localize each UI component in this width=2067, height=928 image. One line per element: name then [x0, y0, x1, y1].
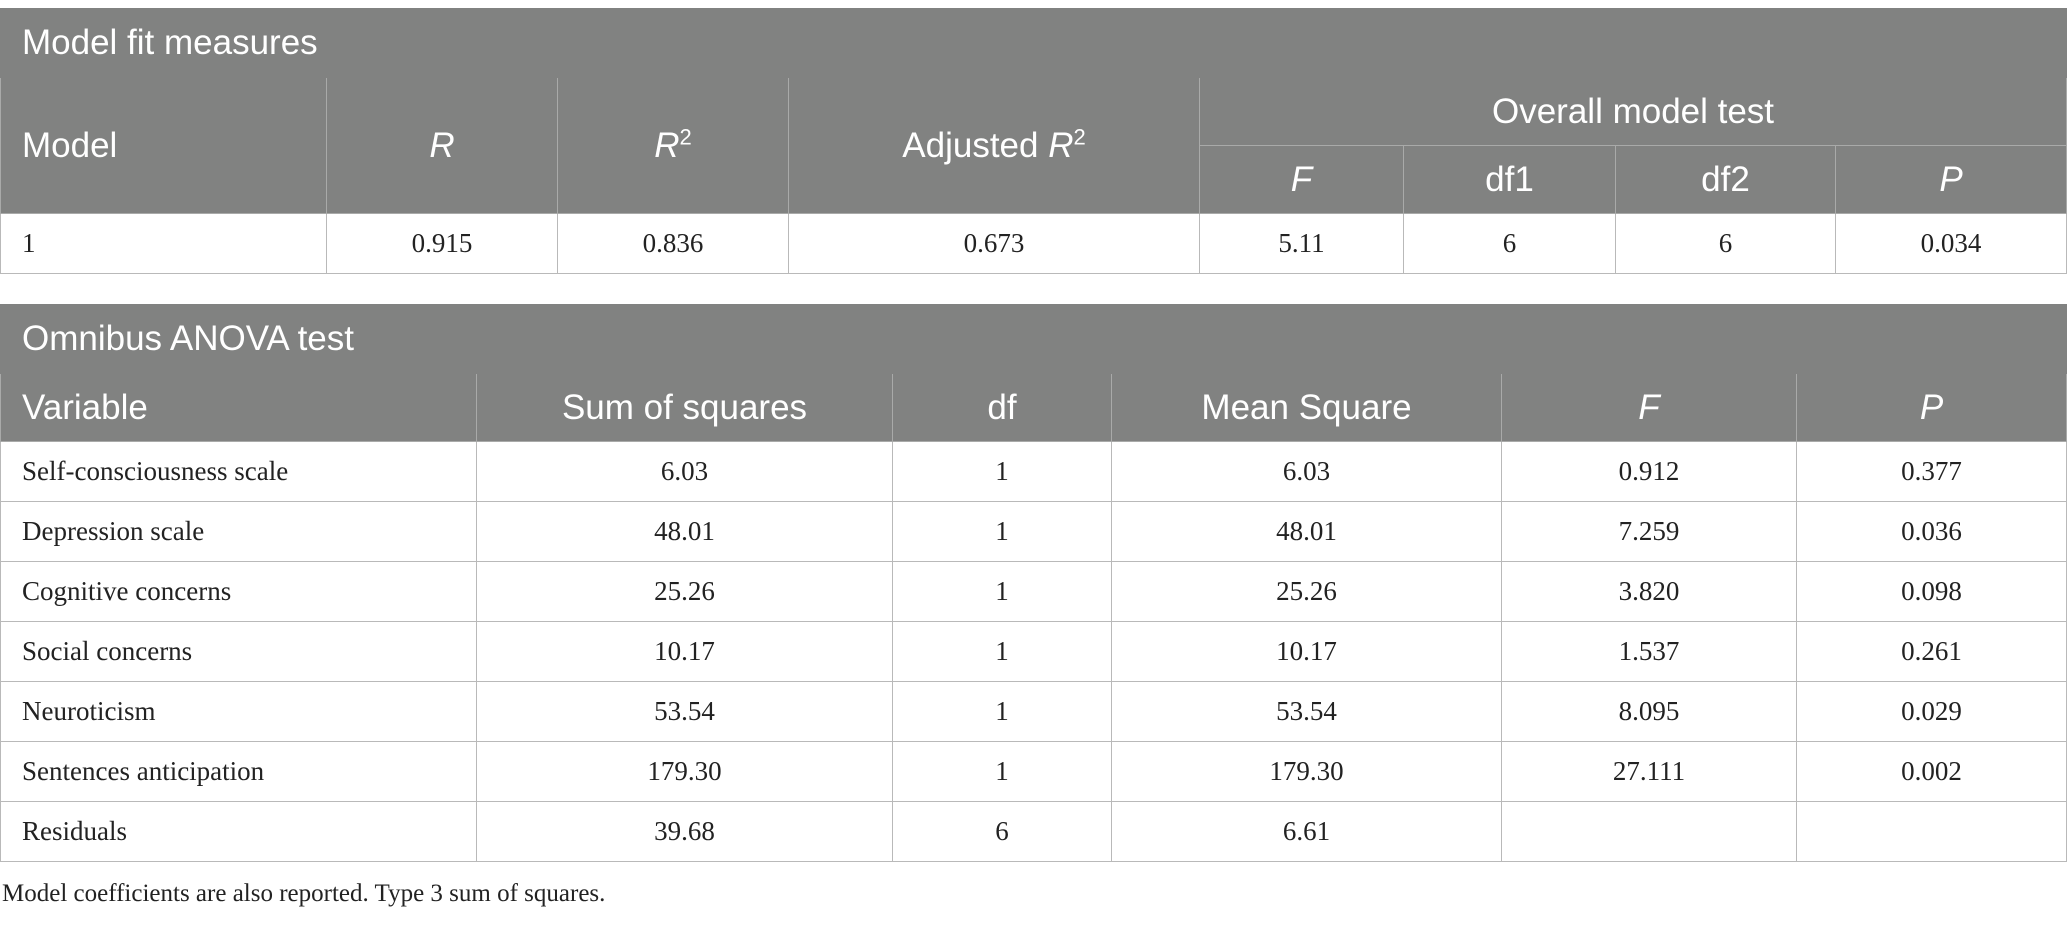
cell-p: 0.034: [1834, 213, 2067, 274]
table-row: 1 0.915 0.836 0.673 5.11 6 6 0.034: [0, 213, 2067, 274]
cell-sum-of-squares: 179.30: [476, 741, 893, 802]
cell-p: 0.377: [1796, 441, 2067, 502]
header-df: df: [892, 373, 1112, 442]
cell-sum-of-squares: 6.03: [476, 441, 893, 502]
cell-p: 0.261: [1796, 621, 2067, 682]
cell-f: 8.095: [1501, 681, 1797, 742]
cell-p: 0.098: [1796, 561, 2067, 622]
header-sum-of-squares: Sum of squares: [476, 373, 893, 442]
table-row: Neuroticism 53.54 1 53.54 8.095 0.029: [0, 681, 2067, 742]
table-row: Cognitive concerns 25.26 1 25.26 3.820 0.098: [0, 561, 2067, 622]
cell-r: 0.915: [326, 213, 558, 274]
cell-mean-square: 48.01: [1111, 501, 1502, 562]
table-row: Self-consciousness scale 6.03 1 6.03 0.912 0.…: [0, 441, 2067, 502]
header-r2: R2: [557, 77, 789, 214]
cell-mean-square: 53.54: [1111, 681, 1502, 742]
cell-variable: Neuroticism: [0, 681, 477, 742]
header-model: Model: [0, 77, 327, 214]
cell-df: 1: [892, 621, 1112, 682]
table-row: Depression scale 48.01 1 48.01 7.259 0.036: [0, 501, 2067, 562]
cell-r2: 0.836: [557, 213, 789, 274]
cell-variable: Social concerns: [0, 621, 477, 682]
cell-df: 1: [892, 681, 1112, 742]
cell-variable: Self-consciousness scale: [0, 441, 477, 502]
cell-p: 0.029: [1796, 681, 2067, 742]
cell-sum-of-squares: 53.54: [476, 681, 893, 742]
cell-mean-square: 6.61: [1111, 801, 1502, 862]
header-adjusted-r2: Adjusted R2: [788, 77, 1200, 214]
tables-container: Model fit measures Model R R2 Adjusted R…: [0, 8, 2067, 908]
cell-f: 1.537: [1501, 621, 1797, 682]
cell-mean-square: 6.03: [1111, 441, 1502, 502]
cell-p: 0.002: [1796, 741, 2067, 802]
cell-sum-of-squares: 10.17: [476, 621, 893, 682]
header-mean-square: Mean Square: [1111, 373, 1502, 442]
cell-variable: Cognitive concerns: [0, 561, 477, 622]
anova-body: Self-consciousness scale 6.03 1 6.03 0.912 0.…: [0, 441, 2067, 862]
cell-sum-of-squares: 48.01: [476, 501, 893, 562]
cell-f: 0.912: [1501, 441, 1797, 502]
table-row: Residuals 39.68 6 6.61: [0, 801, 2067, 862]
header-f: F: [1501, 373, 1797, 442]
header-overall-model-test: Overall model test: [1198, 77, 2067, 146]
table-row: Social concerns 10.17 1 10.17 1.537 0.261: [0, 621, 2067, 682]
cell-f: 27.111: [1501, 741, 1797, 802]
cell-mean-square: 10.17: [1111, 621, 1502, 682]
cell-df: 1: [892, 441, 1112, 502]
table-footnote: Model coefficients are also reported. Ty…: [2, 880, 606, 907]
cell-df2: 6: [1615, 213, 1836, 274]
header-r: R: [326, 77, 558, 214]
cell-df1: 6: [1403, 213, 1616, 274]
cell-f: [1501, 801, 1797, 862]
cell-df: 1: [892, 561, 1112, 622]
header-df1: df1: [1403, 145, 1616, 214]
cell-f: 5.11: [1199, 213, 1404, 274]
cell-mean-square: 25.26: [1111, 561, 1502, 622]
cell-mean-square: 179.30: [1111, 741, 1502, 802]
cell-adjusted-r2: 0.673: [788, 213, 1200, 274]
cell-df: 1: [892, 501, 1112, 562]
anova-title: Omnibus ANOVA test: [0, 304, 2067, 374]
header-p: P: [1834, 145, 2067, 214]
cell-sum-of-squares: 25.26: [476, 561, 893, 622]
cell-f: 3.820: [1501, 561, 1797, 622]
header-f: F: [1199, 145, 1404, 214]
cell-variable: Residuals: [0, 801, 477, 862]
cell-sum-of-squares: 39.68: [476, 801, 893, 862]
header-p: P: [1796, 373, 2067, 442]
model-fit-table: Model fit measures Model R R2 Adjusted R…: [0, 8, 2067, 274]
cell-variable: Sentences anticipation: [0, 741, 477, 802]
header-variable: Variable: [0, 373, 477, 442]
cell-p: [1796, 801, 2067, 862]
table-row: Sentences anticipation 179.30 1 179.30 27.11…: [0, 741, 2067, 802]
cell-f: 7.259: [1501, 501, 1797, 562]
anova-table: Omnibus ANOVA test Variable Sum of squar…: [0, 304, 2067, 862]
cell-df: 6: [892, 801, 1112, 862]
header-df2: df2: [1615, 145, 1836, 214]
cell-df: 1: [892, 741, 1112, 802]
cell-model: 1: [0, 213, 327, 274]
model-fit-title: Model fit measures: [0, 8, 2067, 78]
cell-variable: Depression scale: [0, 501, 477, 562]
cell-p: 0.036: [1796, 501, 2067, 562]
